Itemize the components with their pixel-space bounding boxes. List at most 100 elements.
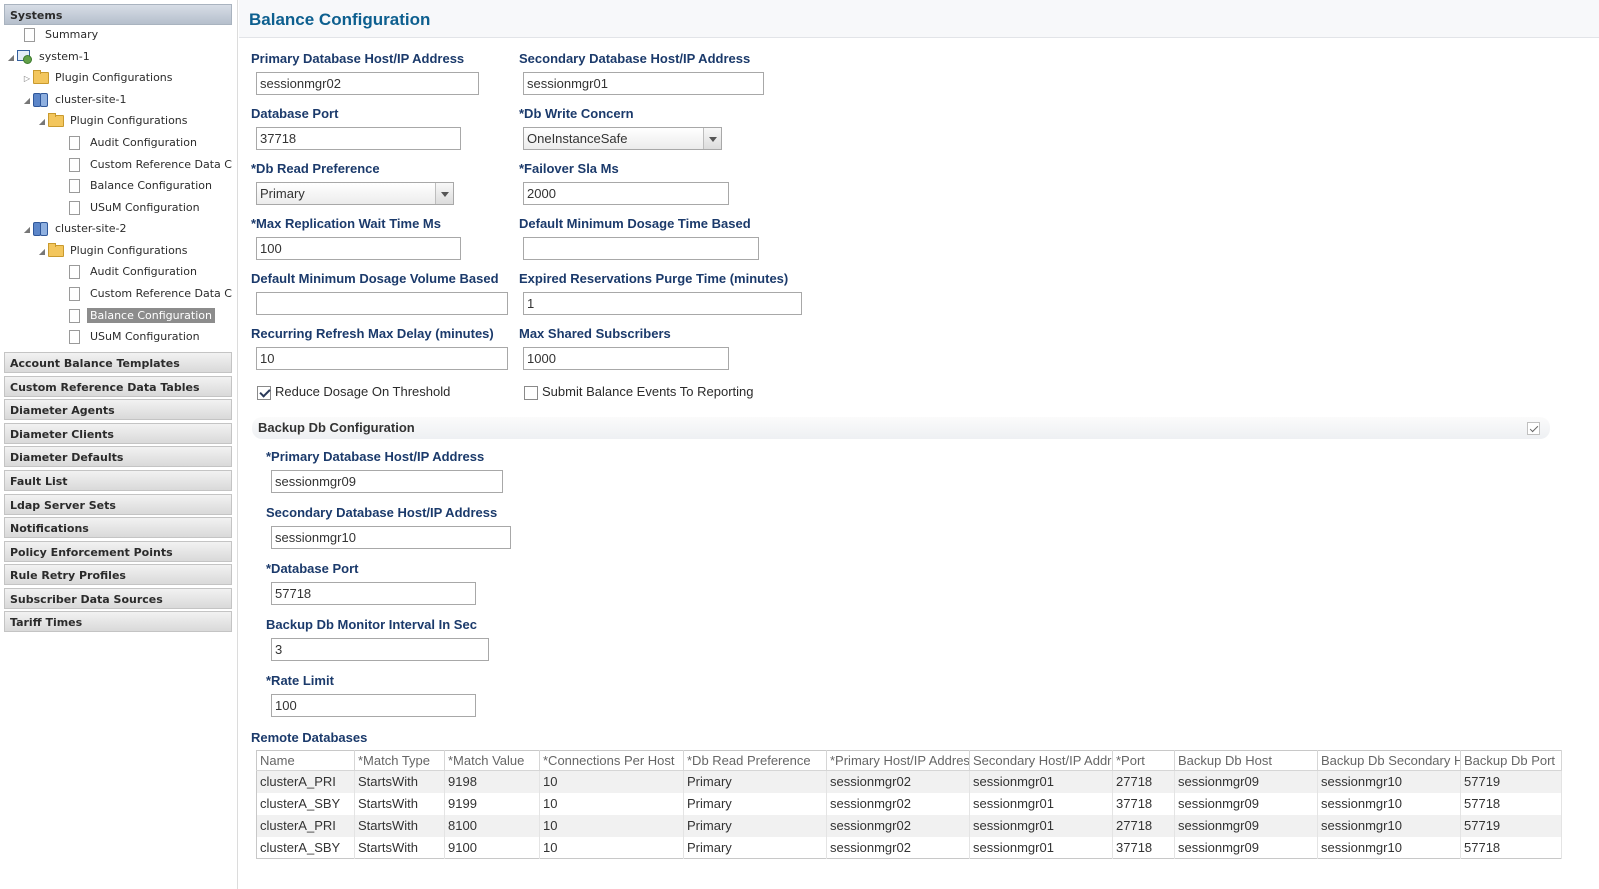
column-header-db-read-preference[interactable]: *Db Read Preference: [683, 750, 827, 771]
cell-primary-host: sessionmgr02: [826, 792, 970, 815]
db-port-input[interactable]: 37718: [256, 127, 461, 150]
column-header-name[interactable]: Name: [256, 750, 355, 771]
page-icon: [69, 265, 80, 279]
systems-section-header[interactable]: Systems: [4, 4, 232, 25]
tree-item-label: Plugin Configurations: [70, 114, 188, 127]
section-rule-retry-profiles[interactable]: Rule Retry Profiles: [4, 564, 232, 585]
column-header-backup-db-secondary-host[interactable]: Backup Db Secondary Host: [1317, 750, 1461, 771]
title-bar: Balance Configuration: [239, 0, 1599, 38]
section-policy-enforcement-points[interactable]: Policy Enforcement Points: [4, 541, 232, 562]
collapse-arrow-icon[interactable]: ◢: [37, 242, 47, 262]
max-shared-subscribers-label: Max Shared Subscribers: [519, 326, 671, 341]
default-min-dosage-time-input[interactable]: [523, 237, 759, 260]
tree-item-cluster1-plugin-configurations[interactable]: ◢ Plugin Configurations: [37, 111, 191, 131]
section-diameter-defaults[interactable]: Diameter Defaults: [4, 446, 232, 467]
table-row[interactable]: clusterA_PRI StartsWith 9198 10 Primary sessi…: [256, 770, 1562, 793]
backup-secondary-host-input[interactable]: sessionmgr10: [271, 526, 511, 549]
section-tariff-times[interactable]: Tariff Times: [4, 611, 232, 632]
column-header-match-value[interactable]: *Match Value: [444, 750, 540, 771]
failover-sla-input[interactable]: 2000: [523, 182, 729, 205]
submit-balance-events-checkbox[interactable]: [524, 386, 538, 400]
collapse-arrow-icon[interactable]: ◢: [37, 112, 47, 132]
remote-databases-table: Name *Match Type *Match Value *Connectio…: [256, 750, 1562, 859]
tree-item-label: Audit Configuration: [90, 265, 197, 278]
default-min-dosage-volume-input[interactable]: [256, 292, 508, 315]
tree-item-system-1[interactable]: ◢ system-1: [6, 47, 93, 67]
tree-item-label: Plugin Configurations: [70, 244, 188, 257]
column-header-backup-db-port[interactable]: Backup Db Port: [1460, 750, 1562, 771]
reduce-dosage-label: Reduce Dosage On Threshold: [275, 384, 451, 399]
section-account-balance-templates[interactable]: Account Balance Templates: [4, 352, 232, 373]
recurring-refresh-max-delay-input[interactable]: 10: [256, 347, 508, 370]
page-icon: [69, 330, 80, 344]
tree-item-cluster1-usum-configuration[interactable]: USuM Configuration: [67, 198, 203, 218]
column-header-port[interactable]: *Port: [1112, 750, 1175, 771]
rate-limit-input[interactable]: 100: [271, 694, 476, 717]
chevron-down-icon[interactable]: [435, 183, 453, 204]
cell-primary-host: sessionmgr02: [826, 770, 970, 793]
column-header-connections-per-host[interactable]: *Connections Per Host: [539, 750, 684, 771]
tree-item-label: Balance Configuration: [90, 179, 212, 192]
expired-reservations-purge-input[interactable]: 1: [523, 292, 802, 315]
db-read-preference-select[interactable]: Primary: [256, 182, 454, 205]
cell-secondary-host: sessionmgr01: [969, 814, 1113, 837]
backup-primary-host-input[interactable]: sessionmgr09: [271, 470, 503, 493]
section-diameter-clients[interactable]: Diameter Clients: [4, 423, 232, 444]
tree-item-label: cluster-site-1: [55, 93, 127, 106]
tree-item-summary[interactable]: Summary: [22, 25, 101, 45]
tree-item-cluster-site-1[interactable]: ◢ cluster-site-1: [22, 90, 130, 110]
tree-item-cluster2-usum-configuration[interactable]: USuM Configuration: [67, 327, 203, 347]
tree-item-cluster2-plugin-configurations[interactable]: ◢ Plugin Configurations: [37, 241, 191, 261]
section-ldap-server-sets[interactable]: Ldap Server Sets: [4, 494, 232, 515]
cell-name: clusterA_PRI: [256, 814, 355, 837]
cell-backup-db-host: sessionmgr09: [1174, 814, 1318, 837]
cell-port: 27718: [1112, 814, 1175, 837]
collapse-arrow-icon[interactable]: ◢: [22, 91, 32, 111]
tree-item-cluster1-balance-configuration[interactable]: Balance Configuration: [67, 176, 215, 196]
cluster-icon: [32, 91, 48, 107]
secondary-db-host-input[interactable]: sessionmgr01: [523, 72, 764, 95]
backup-db-port-label: *Database Port: [266, 561, 359, 576]
primary-db-host-input[interactable]: sessionmgr02: [256, 72, 479, 95]
collapse-arrow-icon[interactable]: ◢: [22, 220, 32, 240]
tree-item-cluster2-custom-reference-data[interactable]: Custom Reference Data C: [67, 284, 235, 304]
collapse-arrow-icon[interactable]: ◢: [6, 48, 16, 68]
backup-monitor-interval-input[interactable]: 3: [271, 638, 489, 661]
backup-db-port-input[interactable]: 57718: [271, 582, 476, 605]
section-diameter-agents[interactable]: Diameter Agents: [4, 399, 232, 420]
tree-item-label: cluster-site-2: [55, 222, 127, 235]
section-subscriber-data-sources[interactable]: Subscriber Data Sources: [4, 588, 232, 609]
section-custom-reference-data-tables[interactable]: Custom Reference Data Tables: [4, 376, 232, 397]
tree-item-cluster2-audit-configuration[interactable]: Audit Configuration: [67, 262, 200, 282]
table-row[interactable]: clusterA_SBY StartsWith 9199 10 Primary sessi…: [256, 792, 1562, 815]
column-header-match-type[interactable]: *Match Type: [354, 750, 445, 771]
tree-item-cluster1-audit-configuration[interactable]: Audit Configuration: [67, 133, 200, 153]
column-header-secondary-host[interactable]: Secondary Host/IP Address: [969, 750, 1113, 771]
expand-arrow-icon[interactable]: ▷: [22, 69, 32, 89]
column-header-backup-db-host[interactable]: Backup Db Host: [1174, 750, 1318, 771]
db-write-concern-select[interactable]: OneInstanceSafe: [523, 127, 722, 150]
cell-secondary-host: sessionmgr01: [969, 792, 1113, 815]
backup-db-enable-checkbox[interactable]: [1527, 422, 1540, 435]
cell-backup-db-port: 57718: [1460, 792, 1562, 815]
tree-item-cluster2-balance-configuration[interactable]: Balance Configuration: [67, 306, 215, 326]
cell-db-read-preference: Primary: [683, 792, 827, 815]
tree-item-cluster-site-2[interactable]: ◢ cluster-site-2: [22, 219, 130, 239]
cell-db-read-preference: Primary: [683, 814, 827, 837]
table-row[interactable]: clusterA_SBY StartsWith 9100 10 Primary sessi…: [256, 836, 1562, 859]
tree-item-plugin-configurations[interactable]: ▷ Plugin Configurations: [22, 68, 176, 88]
max-replication-wait-input[interactable]: 100: [256, 237, 461, 260]
section-fault-list[interactable]: Fault List: [4, 470, 232, 491]
cell-backup-db-port: 57719: [1460, 814, 1562, 837]
cell-port: 37718: [1112, 792, 1175, 815]
max-shared-subscribers-input[interactable]: 1000: [523, 347, 729, 370]
table-row[interactable]: clusterA_PRI StartsWith 8100 10 Primary sessi…: [256, 814, 1562, 837]
tree-item-cluster1-custom-reference-data[interactable]: Custom Reference Data C: [67, 155, 235, 175]
page-title: Balance Configuration: [249, 10, 431, 29]
section-notifications[interactable]: Notifications: [4, 517, 232, 538]
column-header-primary-host[interactable]: *Primary Host/IP Address: [826, 750, 970, 771]
main-panel: Balance Configuration Primary Database H…: [239, 0, 1599, 889]
chevron-down-icon[interactable]: [703, 128, 721, 149]
backup-db-configuration-header[interactable]: Backup Db Configuration: [252, 417, 1550, 439]
reduce-dosage-checkbox[interactable]: [257, 386, 271, 400]
